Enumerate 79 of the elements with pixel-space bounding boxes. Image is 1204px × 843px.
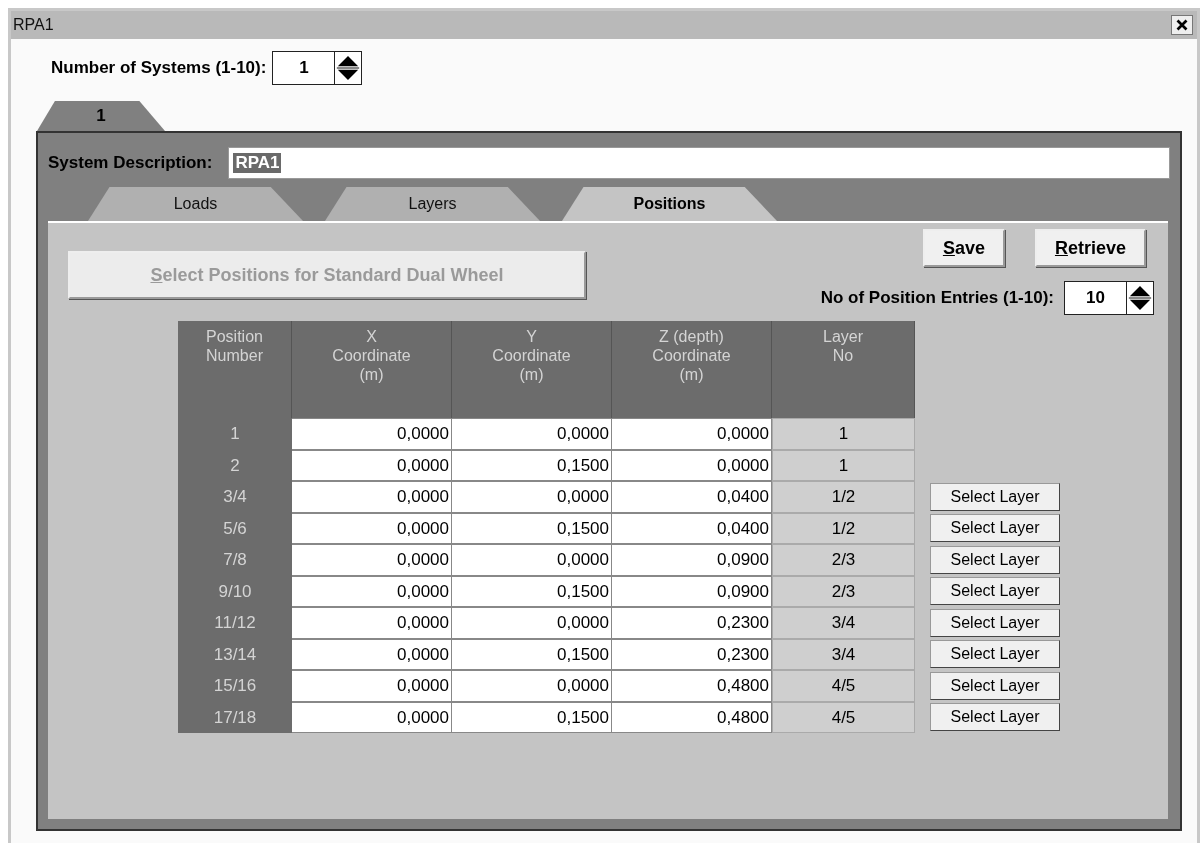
position-cell: 1 bbox=[178, 418, 292, 450]
layer-cell: 3/4 bbox=[772, 607, 915, 639]
layer-cell: 4/5 bbox=[772, 701, 915, 733]
select-layer-button[interactable]: Select Layer bbox=[930, 671, 1060, 700]
coordinate-cell[interactable]: 0,4800 bbox=[612, 670, 772, 702]
system-tab[interactable]: 1 bbox=[37, 101, 165, 131]
layer-cell: 1/2 bbox=[772, 512, 915, 544]
coordinate-cell[interactable]: 0,0000 bbox=[452, 544, 612, 576]
select-layer-button[interactable]: Select Layer bbox=[930, 482, 1060, 511]
close-icon[interactable] bbox=[1171, 15, 1193, 35]
coordinate-cell[interactable]: 0,1500 bbox=[452, 638, 612, 670]
position-cell: 2 bbox=[178, 449, 292, 481]
coordinate-cell[interactable]: 0,2300 bbox=[612, 638, 772, 670]
coordinate-cell[interactable]: 0,1500 bbox=[452, 575, 612, 607]
coordinate-cell[interactable]: 0,2300 bbox=[612, 607, 772, 639]
layer-cell: 3/4 bbox=[772, 638, 915, 670]
coordinate-cell[interactable]: 0,0900 bbox=[612, 575, 772, 607]
column-header: Y Coordinate (m) bbox=[452, 321, 612, 418]
coordinate-cell[interactable]: 0,0000 bbox=[292, 670, 452, 702]
select-layer-button[interactable]: Select Layer bbox=[930, 514, 1060, 543]
coordinate-cell[interactable]: 0,0000 bbox=[292, 449, 452, 481]
spin-arrows-icon[interactable] bbox=[334, 51, 363, 85]
description-label: System Description: bbox=[48, 153, 213, 173]
position-cell: 9/10 bbox=[178, 575, 292, 607]
position-cell: 5/6 bbox=[178, 512, 292, 544]
coordinate-cell[interactable]: 0,1500 bbox=[452, 449, 612, 481]
coordinate-cell[interactable]: 0,0000 bbox=[452, 481, 612, 513]
retrieve-button[interactable]: Retrieve bbox=[1034, 229, 1146, 267]
position-cell: 7/8 bbox=[178, 544, 292, 576]
position-cell: 15/16 bbox=[178, 670, 292, 702]
coordinate-cell[interactable]: 0,0000 bbox=[292, 544, 452, 576]
column-header: Layer No bbox=[772, 321, 915, 418]
layer-cell: 1 bbox=[772, 449, 915, 481]
entries-label: No of Position Entries (1-10): bbox=[820, 288, 1054, 308]
coordinate-cell[interactable]: 0,1500 bbox=[452, 701, 612, 733]
layer-cell: 1/2 bbox=[772, 481, 915, 513]
position-cell: 3/4 bbox=[178, 481, 292, 513]
layer-cell: 4/5 bbox=[772, 670, 915, 702]
column-header: X Coordinate (m) bbox=[292, 321, 452, 418]
select-layer-button[interactable]: Select Layer bbox=[930, 545, 1060, 574]
coordinate-cell[interactable]: 0,4800 bbox=[612, 701, 772, 733]
select-layer-button[interactable]: Select Layer bbox=[930, 608, 1060, 637]
tab[interactable]: Loads bbox=[88, 187, 303, 221]
window-title: RPA1 bbox=[13, 16, 54, 34]
layer-cell: 2/3 bbox=[772, 544, 915, 576]
position-cell: 13/14 bbox=[178, 638, 292, 670]
column-header: Z (depth) Coordinate (m) bbox=[612, 321, 772, 418]
coordinate-cell[interactable]: 0,0000 bbox=[292, 638, 452, 670]
number-field[interactable]: 10 bbox=[1064, 281, 1126, 315]
select-layer-button[interactable]: Select Layer bbox=[930, 577, 1060, 606]
coordinate-cell[interactable]: 0,0000 bbox=[292, 418, 452, 450]
coordinate-cell[interactable]: 0,0000 bbox=[292, 607, 452, 639]
spin-arrows-icon[interactable] bbox=[1126, 281, 1154, 315]
coordinate-cell[interactable]: 0,0000 bbox=[292, 575, 452, 607]
select-layer-button[interactable]: Select Layer bbox=[930, 703, 1060, 732]
tab[interactable]: Layers bbox=[325, 187, 540, 221]
coordinate-cell[interactable]: 0,0000 bbox=[452, 418, 612, 450]
layer-cell: 1 bbox=[772, 418, 915, 450]
coordinate-cell[interactable]: 0,0400 bbox=[612, 512, 772, 544]
coordinate-cell[interactable]: 0,0400 bbox=[612, 481, 772, 513]
position-cell: 17/18 bbox=[178, 701, 292, 733]
coordinate-cell[interactable]: 0,0000 bbox=[292, 701, 452, 733]
layer-cell: 2/3 bbox=[772, 575, 915, 607]
column-header: Position Number bbox=[178, 321, 292, 418]
coordinate-cell[interactable]: 0,0000 bbox=[612, 418, 772, 450]
description-field[interactable]: RPA1 bbox=[228, 147, 1170, 179]
tab[interactable]: Positions bbox=[562, 187, 777, 221]
select-layer-button[interactable]: Select Layer bbox=[930, 640, 1060, 669]
save-button[interactable]: Save bbox=[922, 229, 1005, 267]
coordinate-cell[interactable]: 0,0000 bbox=[292, 481, 452, 513]
systems-label: Number of Systems (1-10): bbox=[51, 58, 267, 78]
position-cell: 11/12 bbox=[178, 607, 292, 639]
coordinate-cell[interactable]: 0,0900 bbox=[612, 544, 772, 576]
coordinate-cell[interactable]: 0,0000 bbox=[452, 607, 612, 639]
coordinate-cell[interactable]: 0,0000 bbox=[612, 449, 772, 481]
coordinate-cell[interactable]: 0,1500 bbox=[452, 512, 612, 544]
coordinate-cell[interactable]: 0,0000 bbox=[292, 512, 452, 544]
number-field[interactable]: 1 bbox=[272, 51, 335, 85]
coordinate-cell[interactable]: 0,0000 bbox=[452, 670, 612, 702]
